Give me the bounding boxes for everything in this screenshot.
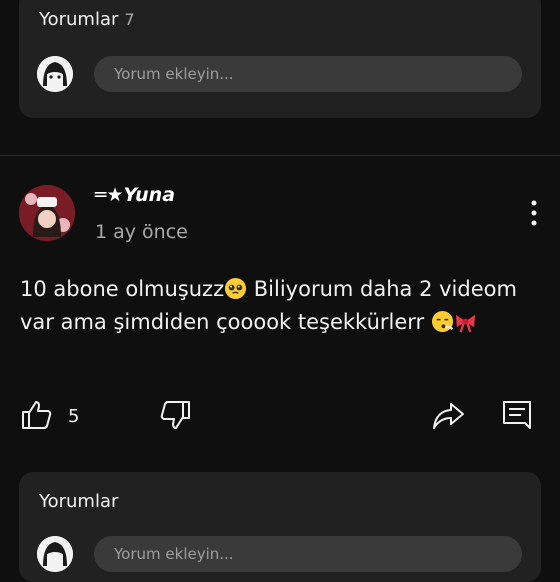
comment-icon[interactable] bbox=[500, 398, 534, 432]
post-text: 10 abone olmuşuzz Biliyorum daha 2 video… bbox=[20, 273, 540, 339]
comment-input[interactable]: Yorum ekleyin... bbox=[94, 56, 522, 92]
more-vert-icon[interactable] bbox=[528, 199, 540, 227]
user-avatar bbox=[37, 56, 73, 92]
author-avatar[interactable] bbox=[19, 185, 75, 241]
comment-input-bottom[interactable]: Yorum ekleyin... bbox=[94, 536, 522, 572]
comments-title: Yorumlar bbox=[39, 9, 119, 30]
post-time: 1 ay önce bbox=[95, 221, 188, 243]
like-icon[interactable] bbox=[20, 398, 54, 432]
comments-header: Yorumlar 7 bbox=[39, 9, 135, 30]
like-count: 5 bbox=[68, 406, 80, 427]
share-icon[interactable] bbox=[431, 398, 465, 432]
comments-title-bottom: Yorumlar bbox=[39, 491, 119, 512]
user-avatar-bottom bbox=[37, 536, 73, 572]
pleading-face-icon bbox=[224, 277, 247, 300]
comments-card-bottom[interactable]: Yorumlar Yorum ekleyin... bbox=[19, 472, 541, 582]
ribbon-icon bbox=[454, 310, 477, 333]
author-name[interactable]: ═★Yuna bbox=[95, 184, 175, 206]
face-exhaling-icon bbox=[431, 310, 454, 333]
comments-count: 7 bbox=[124, 10, 135, 29]
dislike-icon[interactable] bbox=[158, 398, 192, 432]
comments-card-top[interactable]: Yorumlar 7 Yorum ekleyin... bbox=[19, 0, 541, 118]
divider bbox=[0, 155, 560, 156]
post-text-part1: 10 abone olmuşuzz bbox=[20, 277, 225, 301]
